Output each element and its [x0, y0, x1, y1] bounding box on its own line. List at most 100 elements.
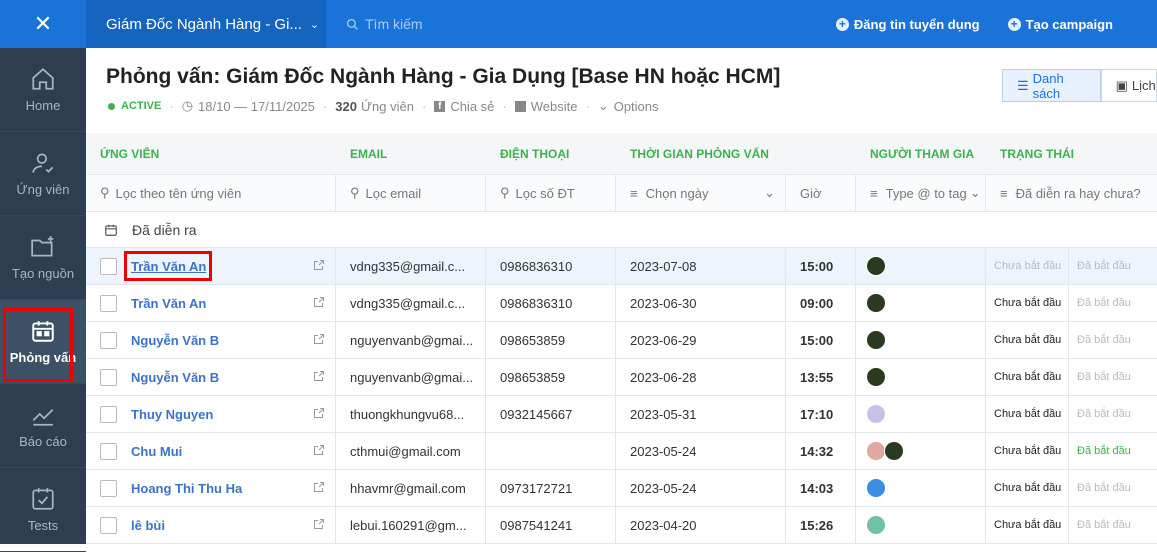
external-link-icon[interactable]: [313, 518, 325, 533]
participants-cell[interactable]: [856, 396, 986, 432]
status-not-started[interactable]: Chưa bắt đầu: [986, 470, 1069, 506]
avatar[interactable]: [866, 293, 886, 313]
date-cell[interactable]: 2023-05-31: [616, 396, 786, 432]
external-link-icon[interactable]: [313, 444, 325, 459]
table-row[interactable]: Nguyễn Văn B nguyenvanb@gmai... 098653859 2…: [86, 322, 1157, 359]
website-link[interactable]: Website: [514, 99, 577, 114]
avatar[interactable]: [866, 256, 886, 276]
participants-cell[interactable]: [856, 248, 986, 284]
calendar-view-button[interactable]: ▣ Lịch: [1100, 69, 1157, 102]
project-selector[interactable]: Giám Đốc Ngành Hàng - Gi... ⌄: [86, 0, 326, 48]
row-checkbox[interactable]: [100, 479, 117, 497]
table-row[interactable]: Trần Văn An vdng335@gmail.c... 0986836310 2…: [86, 285, 1157, 322]
date-cell[interactable]: 2023-05-24: [616, 433, 786, 469]
status-not-started[interactable]: Chưa bắt đầu: [986, 507, 1069, 543]
time-cell[interactable]: 15:26: [786, 507, 856, 543]
status-started[interactable]: Đã bắt đầu: [1069, 433, 1152, 469]
filter-status[interactable]: ≡ Đã diễn ra hay chưa?: [986, 175, 1157, 211]
close-icon[interactable]: ✕: [0, 0, 86, 48]
time-cell[interactable]: 14:32: [786, 433, 856, 469]
date-cell[interactable]: 2023-07-08: [616, 248, 786, 284]
external-link-icon[interactable]: [313, 296, 325, 311]
avatar[interactable]: [866, 515, 886, 535]
participants-cell[interactable]: [856, 322, 986, 358]
table-row[interactable]: Trần Văn An vdng335@gmail.c... 0986836310 2…: [86, 248, 1157, 285]
status-started[interactable]: Đã bắt đầu: [1069, 285, 1152, 321]
participants-cell[interactable]: [856, 285, 986, 321]
external-link-icon[interactable]: [313, 370, 325, 385]
status-started[interactable]: Đã bắt đầu: [1069, 248, 1152, 284]
row-checkbox[interactable]: [100, 405, 117, 423]
avatar[interactable]: [866, 441, 886, 461]
filter-name[interactable]: ⚲ Lọc theo tên ứng viên: [86, 175, 336, 211]
external-link-icon[interactable]: [313, 481, 325, 496]
time-cell[interactable]: 15:00: [786, 322, 856, 358]
filter-time[interactable]: Giờ: [786, 175, 856, 211]
filter-email[interactable]: ⚲ Lọc email: [336, 175, 486, 211]
sidebar-item-home[interactable]: Home: [0, 48, 86, 132]
share-link[interactable]: f Chia sẻ: [434, 99, 494, 114]
table-row[interactable]: Thuy Nguyen thuongkhungvu68... 0932145667 2…: [86, 396, 1157, 433]
avatar[interactable]: [884, 441, 904, 461]
status-not-started[interactable]: Chưa bắt đầu: [986, 396, 1069, 432]
search-box[interactable]: Tìm kiếm: [346, 16, 836, 32]
candidate-name-link[interactable]: lê bùi: [131, 518, 165, 533]
table-row[interactable]: Chu Mui cthmui@gmail.com 2023-05-24 14:32 Ch…: [86, 433, 1157, 470]
list-view-button[interactable]: ☰ Danh sách: [1002, 69, 1101, 102]
participants-cell[interactable]: [856, 433, 986, 469]
candidate-name-link[interactable]: Nguyễn Văn B: [131, 370, 219, 385]
time-cell[interactable]: 13:55: [786, 359, 856, 395]
time-cell[interactable]: 14:03: [786, 470, 856, 506]
row-checkbox[interactable]: [100, 257, 117, 275]
participants-cell[interactable]: [856, 359, 986, 395]
status-started[interactable]: Đã bắt đầu: [1069, 396, 1152, 432]
row-checkbox[interactable]: [100, 516, 117, 534]
date-cell[interactable]: 2023-06-30: [616, 285, 786, 321]
candidate-name-link[interactable]: Chu Mui: [131, 444, 182, 459]
avatar[interactable]: [866, 367, 886, 387]
date-cell[interactable]: 2023-04-20: [616, 507, 786, 543]
candidate-name-link[interactable]: Trần Văn An: [131, 296, 206, 311]
table-row[interactable]: Hoang Thi Thu Ha hhavmr@gmail.com 09731727…: [86, 470, 1157, 507]
time-cell[interactable]: 17:10: [786, 396, 856, 432]
status-started[interactable]: Đã bắt đầu: [1069, 322, 1152, 358]
avatar[interactable]: [866, 404, 886, 424]
table-row[interactable]: lê bùi lebui.160291@gm... 0987541241 2023-0…: [86, 507, 1157, 544]
sidebar-item-sourcing[interactable]: Tạo nguồn: [0, 216, 86, 300]
column-header-status[interactable]: TRẠNG THÁI: [986, 133, 1157, 174]
status-started[interactable]: Đã bắt đầu: [1069, 507, 1152, 543]
column-header-participants[interactable]: NGƯỜI THAM GIA: [856, 133, 986, 174]
candidate-name-link[interactable]: Thuy Nguyen: [131, 407, 213, 422]
time-cell[interactable]: 15:00: [786, 248, 856, 284]
date-cell[interactable]: 2023-06-28: [616, 359, 786, 395]
column-header-phone[interactable]: ĐIỆN THOẠI: [486, 133, 616, 174]
participants-cell[interactable]: [856, 470, 986, 506]
options-dropdown[interactable]: ⌄ Options: [598, 98, 659, 114]
row-checkbox[interactable]: [100, 331, 117, 349]
status-not-started[interactable]: Chưa bắt đầu: [986, 285, 1069, 321]
status-started[interactable]: Đã bắt đầu: [1069, 470, 1152, 506]
filter-participants[interactable]: ≡ Type @ to tag ⌄: [856, 175, 986, 211]
status-not-started[interactable]: Chưa bắt đầu: [986, 433, 1069, 469]
post-job-button[interactable]: + Đăng tin tuyển dụng: [835, 17, 980, 32]
table-row[interactable]: Nguyễn Văn B nguyenvanb@gmai... 098653859 2…: [86, 359, 1157, 396]
status-not-started[interactable]: Chưa bắt đầu: [986, 322, 1069, 358]
status-not-started[interactable]: Chưa bắt đầu: [986, 359, 1069, 395]
row-checkbox[interactable]: [100, 368, 117, 386]
avatar[interactable]: [866, 330, 886, 350]
date-cell[interactable]: 2023-05-24: [616, 470, 786, 506]
external-link-icon[interactable]: [313, 259, 325, 274]
sidebar-item-reports[interactable]: Báo cáo: [0, 384, 86, 468]
search-input[interactable]: Tìm kiếm: [365, 16, 423, 32]
candidate-name-link[interactable]: Nguyễn Văn B: [131, 333, 219, 348]
row-checkbox[interactable]: [100, 442, 117, 460]
avatar[interactable]: [866, 478, 886, 498]
date-cell[interactable]: 2023-06-29: [616, 322, 786, 358]
candidate-name-link[interactable]: Hoang Thi Thu Ha: [131, 481, 242, 496]
create-campaign-button[interactable]: + Tạo campaign: [1007, 17, 1113, 32]
column-header-email[interactable]: EMAIL: [336, 133, 486, 174]
time-cell[interactable]: 09:00: [786, 285, 856, 321]
column-header-candidate[interactable]: ỨNG VIÊN: [86, 133, 336, 174]
status-not-started[interactable]: Chưa bắt đầu: [986, 248, 1069, 284]
filter-phone[interactable]: ⚲ Lọc số ĐT: [486, 175, 616, 211]
